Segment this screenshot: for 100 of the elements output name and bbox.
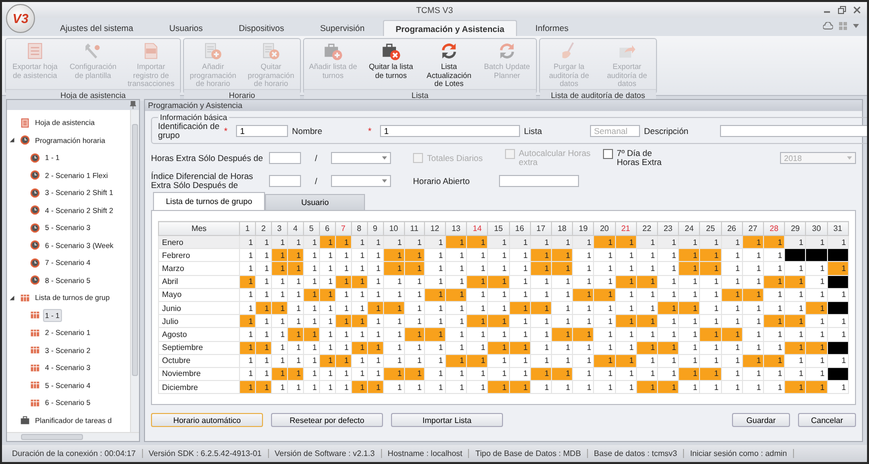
day-cell[interactable]: 1: [351, 354, 368, 368]
day-cell[interactable]: 1: [488, 288, 510, 302]
day-cell[interactable]: 1: [806, 275, 828, 288]
day-cell[interactable]: 1: [530, 328, 552, 341]
restore-icon[interactable]: [838, 6, 846, 14]
day-cell[interactable]: 1: [572, 301, 594, 315]
expander-icon[interactable]: [9, 294, 15, 301]
day-cell[interactable]: 1: [594, 275, 616, 288]
day-cell[interactable]: 1: [572, 248, 594, 262]
day-cell[interactable]: 1: [488, 328, 510, 341]
day-cell[interactable]: 1: [806, 288, 828, 302]
day-cell[interactable]: 1: [303, 275, 320, 288]
day-cell[interactable]: 1: [530, 288, 552, 302]
day-cell[interactable]: 1: [383, 275, 404, 288]
day-cell[interactable]: 1: [827, 380, 848, 394]
day-cell[interactable]: 1: [657, 314, 679, 328]
day-cell[interactable]: 1: [806, 314, 828, 328]
day-cell[interactable]: 1: [509, 354, 530, 368]
input-field[interactable]: 1: [236, 125, 288, 137]
day-cell[interactable]: 1: [572, 341, 594, 354]
day-cell[interactable]: 1: [551, 354, 573, 368]
day-cell[interactable]: 1: [303, 248, 320, 262]
day-cell[interactable]: 1: [763, 288, 785, 302]
day-cell[interactable]: 1: [404, 341, 424, 354]
day-cell[interactable]: 1: [445, 262, 467, 276]
day-cell[interactable]: 1: [351, 248, 368, 262]
day-cell[interactable]: 1: [319, 314, 336, 328]
cloud-icon[interactable]: [823, 22, 833, 30]
day-cell[interactable]: 1: [721, 380, 742, 394]
day-cell[interactable]: 1: [466, 248, 488, 262]
day-cell[interactable]: 1: [636, 262, 658, 276]
day-cell[interactable]: 1: [763, 328, 785, 341]
day-cell[interactable]: 1: [319, 341, 336, 354]
day-cell[interactable]: 1: [383, 328, 404, 341]
day-cell[interactable]: 1: [678, 288, 700, 302]
day-cell[interactable]: 1: [742, 341, 764, 354]
day-cell[interactable]: 1: [287, 354, 304, 368]
day-cell[interactable]: 1: [721, 248, 742, 262]
day-cell[interactable]: 1: [657, 354, 679, 368]
day-cell[interactable]: 1: [509, 328, 530, 341]
day-cell[interactable]: 1: [445, 248, 467, 262]
day-cell[interactable]: 1: [721, 367, 742, 381]
day-cell[interactable]: 1: [271, 288, 288, 302]
day-cell[interactable]: 1: [303, 262, 320, 276]
day-cell[interactable]: 1: [424, 354, 446, 368]
day-cell[interactable]: 1: [615, 341, 636, 354]
day-cell[interactable]: 1: [488, 354, 510, 368]
day-cell[interactable]: 1: [784, 262, 806, 276]
day-cell[interactable]: 1: [700, 354, 722, 368]
action-button[interactable]: Resetear por defecto: [271, 413, 383, 427]
pin-icon[interactable]: [130, 101, 136, 109]
day-cell[interactable]: 1: [488, 262, 510, 276]
day-cell[interactable]: 1: [445, 328, 467, 341]
day-cell[interactable]: 1: [572, 367, 594, 381]
day-cell[interactable]: 1: [742, 301, 764, 315]
input-field[interactable]: [499, 175, 579, 187]
day-cell[interactable]: 1: [351, 262, 368, 276]
month-cell[interactable]: Junio: [158, 301, 240, 315]
day-cell[interactable]: 1: [615, 328, 636, 341]
day-cell[interactable]: 1: [678, 354, 700, 368]
day-cell[interactable]: 1: [255, 354, 272, 368]
day-cell[interactable]: 1: [700, 301, 722, 315]
day-cell[interactable]: 1: [424, 367, 446, 381]
day-cell[interactable]: 1: [530, 314, 552, 328]
month-cell[interactable]: Julio: [158, 314, 240, 328]
day-cell[interactable]: 1: [240, 328, 256, 341]
day-cell[interactable]: 1: [615, 262, 636, 276]
month-cell[interactable]: Septiembre: [158, 341, 240, 354]
day-cell[interactable]: 1: [303, 354, 320, 368]
day-cell[interactable]: 1: [721, 275, 742, 288]
input-field[interactable]: 1: [380, 125, 520, 137]
day-cell[interactable]: 1: [367, 275, 384, 288]
day-cell[interactable]: 1: [335, 262, 352, 276]
menu-tab[interactable]: Usuarios: [151, 20, 221, 36]
day-cell[interactable]: 1: [551, 341, 573, 354]
day-cell[interactable]: 1: [287, 380, 304, 394]
day-cell[interactable]: 1: [335, 367, 352, 381]
day-cell[interactable]: 1: [383, 341, 404, 354]
day-cell[interactable]: 1: [700, 380, 722, 394]
day-cell[interactable]: 1: [551, 275, 573, 288]
day-cell[interactable]: 1: [383, 354, 404, 368]
day-cell[interactable]: 1: [404, 380, 424, 394]
menu-tab[interactable]: Ajustes del sistema: [42, 20, 152, 36]
day-cell[interactable]: 1: [742, 248, 764, 262]
day-cell[interactable]: 1: [335, 341, 352, 354]
day-cell[interactable]: 1: [636, 248, 658, 262]
day-cell[interactable]: 1: [319, 301, 336, 315]
day-cell[interactable]: 1: [594, 262, 616, 276]
day-cell[interactable]: 1: [742, 328, 764, 341]
day-cell[interactable]: 1: [509, 248, 530, 262]
day-cell[interactable]: 1: [657, 275, 679, 288]
day-cell[interactable]: 1: [255, 275, 272, 288]
tab[interactable]: Usuario: [265, 194, 365, 210]
day-cell[interactable]: 1: [509, 262, 530, 276]
day-cell[interactable]: 1: [271, 314, 288, 328]
day-cell[interactable]: 1: [287, 288, 304, 302]
day-cell[interactable]: 1: [572, 275, 594, 288]
month-cell[interactable]: Diciembre: [158, 380, 240, 394]
day-cell[interactable]: 1: [721, 262, 742, 276]
month-cell[interactable]: Enero: [158, 236, 240, 249]
